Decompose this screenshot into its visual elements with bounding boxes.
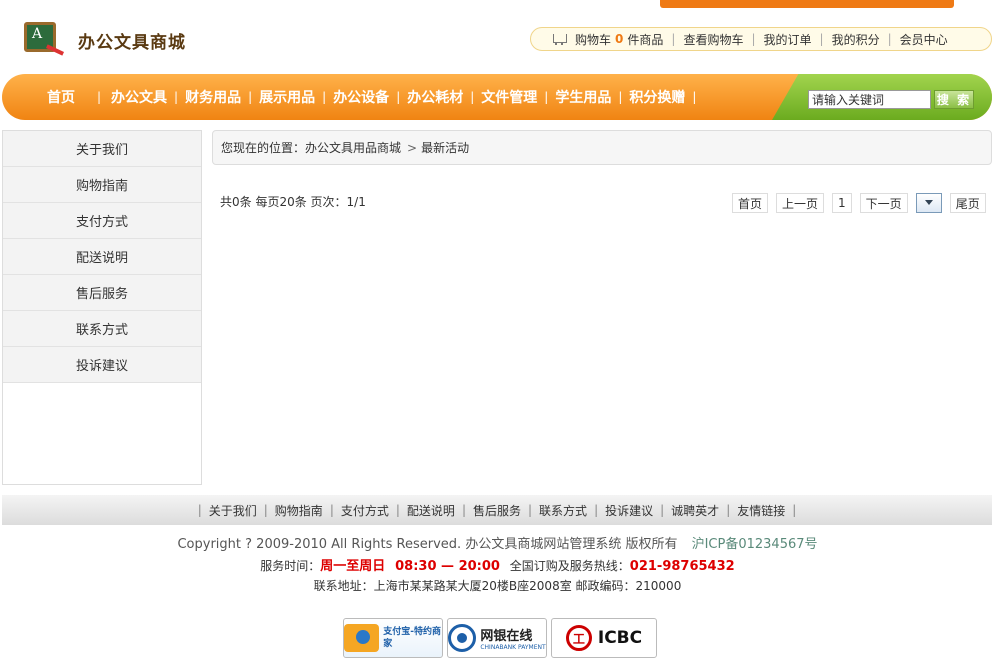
breadcrumb: 您现在的位置： 办公文具用品商城 > 最新活动 [212,130,992,165]
nav-item-stationery[interactable]: 办公文具 [111,87,167,107]
nav-item-student[interactable]: 学生用品 [555,87,611,107]
icbc-logo-icon: 工 [565,625,592,651]
footer-nav: | 关于我们 | 购物指南 | 支付方式 | 配送说明 | 售后服务 | 联系方式 | 投诉… [2,495,992,525]
my-points-link[interactable]: 我的积分 [832,31,880,48]
first-page-button[interactable]: 首页 [732,193,769,213]
view-cart-link[interactable]: 查看购物车 [683,31,743,48]
sidebar-item-delivery[interactable]: 配送说明 [3,239,201,275]
page-select-dropdown[interactable] [915,193,942,213]
cart-icon [553,32,569,46]
nav-item-home[interactable]: 首页 [47,87,75,107]
sidebar-item-aftersales[interactable]: 售后服务 [3,275,201,311]
cart-count: 0 [615,32,624,46]
pagination: 首页 上一页 1 下一页 尾页 [732,193,994,213]
hotline-number: 021-98765432 [629,559,735,574]
footer-link-guide[interactable]: 购物指南 [275,502,323,519]
payment-badges: 支付宝-特约商家 网银在线 CHINABANK PAYMENT 工 ICBC [343,618,661,658]
logo-text: 办公文具商城 [78,32,186,53]
breadcrumb-prefix: 您现在的位置： [221,141,306,155]
alipay-badge[interactable]: 支付宝-特约商家 [343,618,443,658]
copyright-line: Copyright ? 2009-2010 All Rights Reserve… [0,533,995,552]
last-page-button[interactable]: 尾页 [949,193,986,213]
chalkboard-icon: A [20,20,65,60]
chinabank-badge[interactable]: 网银在线 CHINABANK PAYMENT [447,618,547,658]
nav-item-display[interactable]: 展示用品 [259,87,315,107]
sidebar-item-about[interactable]: 关于我们 [3,131,201,167]
icp-link[interactable]: 沪ICP备01234567号 [692,537,818,552]
footer-link-delivery[interactable]: 配送说明 [407,502,455,519]
sidebar-item-guide[interactable]: 购物指南 [3,167,201,203]
footer-link-jobs[interactable]: 诚聘英才 [671,502,719,519]
footer-link-payment[interactable]: 支付方式 [341,502,389,519]
sidebar-item-payment[interactable]: 支付方式 [3,203,201,239]
search-input[interactable] [808,90,931,109]
next-page-button[interactable]: 下一页 [859,193,908,213]
cart-unit: 件商品 [627,32,664,47]
page: A 办公文具商城 购物车 0 件商品 | 查看购物车 | 我的订单 | 我的积分… [0,0,995,660]
chinabank-eye-icon [448,624,477,652]
footer-link-complaints[interactable]: 投诉建议 [605,502,653,519]
icbc-badge[interactable]: 工 ICBC [551,618,657,658]
sidebar-item-complaints[interactable]: 投诉建议 [3,347,201,383]
my-orders-link[interactable]: 我的订单 [764,31,812,48]
breadcrumb-home-link[interactable]: 办公文具用品商城 [305,139,401,156]
result-summary: 共0条 每页20条 页次：1/1 [220,195,366,209]
copyright-text: Copyright ? 2009-2010 All Rights Reserve… [177,537,678,552]
site-logo[interactable]: A 办公文具商城 [20,20,186,60]
nav-item-finance[interactable]: 财务用品 [185,87,241,107]
address-line: 联系地址：上海市某某路某大厦20楼B座2008室 邮政编码：210000 [313,579,682,593]
user-bar: 购物车 0 件商品 | 查看购物车 | 我的订单 | 我的积分 | 会员中心 [530,27,992,51]
prev-page-button[interactable]: 上一页 [776,193,825,213]
service-days: 周一至周日 [320,559,386,574]
breadcrumb-current: 最新活动 [421,141,470,155]
nav-item-files[interactable]: 文件管理 [481,87,537,107]
nav-item-points[interactable]: 积分换赠 [629,87,685,107]
top-accent-bar [660,0,954,8]
footer-link-aftersales[interactable]: 售后服务 [473,502,521,519]
footer-link-friends[interactable]: 友情链接 [737,502,785,519]
service-line: 服务时间：周一至周日 08:30 — 20:00 全国订购及服务热线：021-9… [260,559,735,574]
service-hours: 08:30 — 20:00 [395,559,500,574]
nav-item-equipment[interactable]: 办公设备 [333,87,389,107]
member-center-link[interactable]: 会员中心 [900,31,948,48]
cart-label[interactable]: 购物车 [575,31,611,48]
footer-link-contact[interactable]: 联系方式 [539,502,587,519]
current-page: 1 [832,193,852,213]
sidebar: 关于我们 购物指南 支付方式 配送说明 售后服务 联系方式 投诉建议 [2,130,202,485]
sidebar-item-contact[interactable]: 联系方式 [3,311,201,347]
nav-item-consumables[interactable]: 办公耗材 [407,87,463,107]
puzzle-icon [344,624,380,652]
footer-link-about[interactable]: 关于我们 [209,502,257,519]
search-button[interactable]: 搜 索 [934,90,974,109]
